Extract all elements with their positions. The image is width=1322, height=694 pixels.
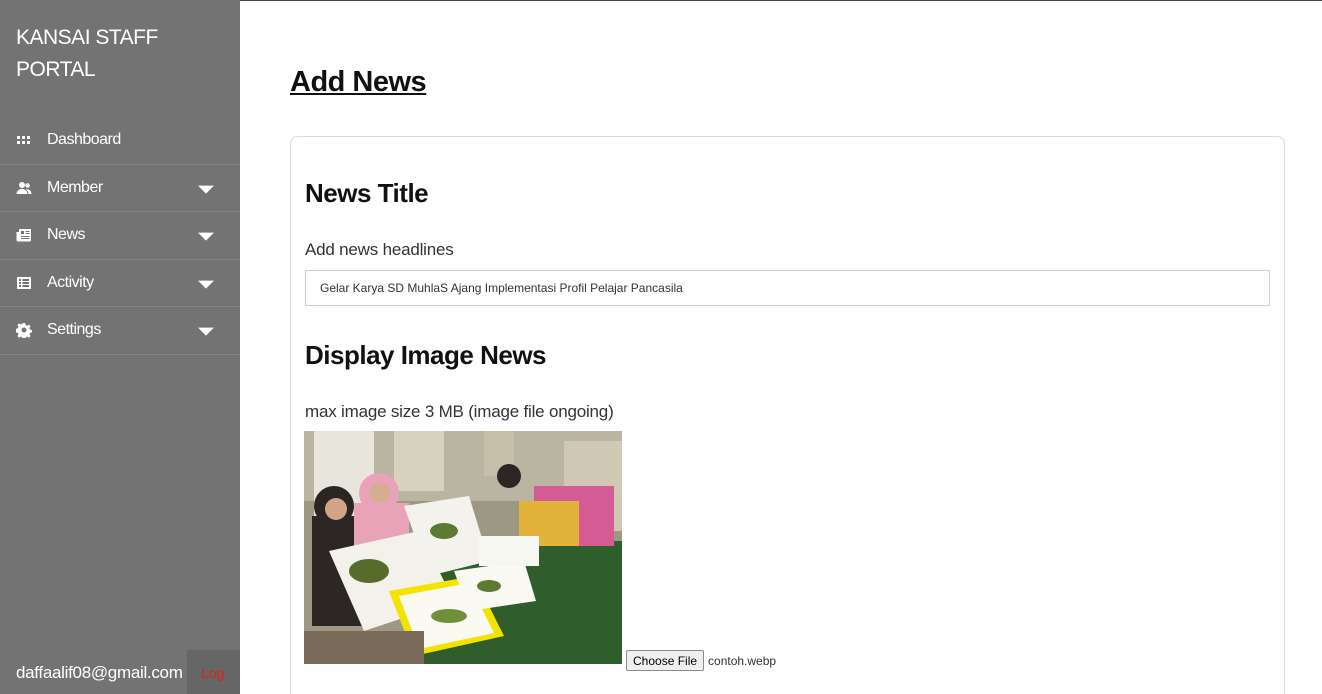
logout-button[interactable]: Log	[187, 650, 240, 694]
top-border	[240, 0, 1322, 6]
user-bar: daffaalif08@gmail.com Log	[0, 650, 240, 694]
sidebar-item-label: Member	[47, 178, 103, 196]
image-preview	[304, 431, 622, 664]
sidebar-item-label: Dashboard	[47, 131, 121, 149]
sidebar-item-settings[interactable]: Settings	[0, 307, 240, 355]
headline-input[interactable]	[305, 270, 1270, 306]
brand-line-2: PORTAL	[16, 58, 96, 81]
headline-label: Add news headlines	[305, 240, 454, 259]
sidebar: KANSAI STAFF PORTAL Dashboard Member New…	[0, 0, 240, 694]
image-size-hint: max image size 3 MB (image file ongoing)	[305, 402, 614, 421]
user-email: daffaalif08@gmail.com	[16, 663, 183, 682]
caret-down-icon[interactable]	[198, 232, 214, 241]
caret-down-icon[interactable]	[198, 280, 214, 289]
file-input: Choose File contoh.webp	[626, 650, 776, 671]
users-icon	[15, 179, 33, 197]
sidebar-nav: Dashboard Member News Activity Settings	[0, 117, 240, 355]
sidebar-item-label: Activity	[47, 273, 94, 291]
image-heading: Display Image News	[305, 340, 547, 370]
sidebar-item-label: News	[47, 226, 86, 244]
caret-down-icon[interactable]	[198, 327, 214, 336]
sidebar-item-label: Settings	[47, 321, 101, 339]
brand-title: KANSAI STAFF PORTAL	[16, 22, 158, 86]
page-title: Add News	[290, 66, 427, 98]
news-title-heading: News Title	[305, 178, 429, 208]
sidebar-item-member[interactable]: Member	[0, 165, 240, 212]
caret-down-icon[interactable]	[198, 185, 214, 194]
brand-line-1: KANSAI STAFF	[16, 26, 158, 49]
gear-icon	[15, 321, 33, 339]
newspaper-icon	[15, 226, 33, 244]
grid-icon	[15, 131, 33, 149]
sidebar-item-activity[interactable]: Activity	[0, 260, 240, 307]
choose-file-button[interactable]: Choose File	[626, 650, 705, 671]
sidebar-item-dashboard[interactable]: Dashboard	[0, 117, 240, 165]
sidebar-item-news[interactable]: News	[0, 212, 240, 260]
list-icon	[15, 274, 33, 292]
selected-file-name: contoh.webp	[708, 653, 777, 668]
